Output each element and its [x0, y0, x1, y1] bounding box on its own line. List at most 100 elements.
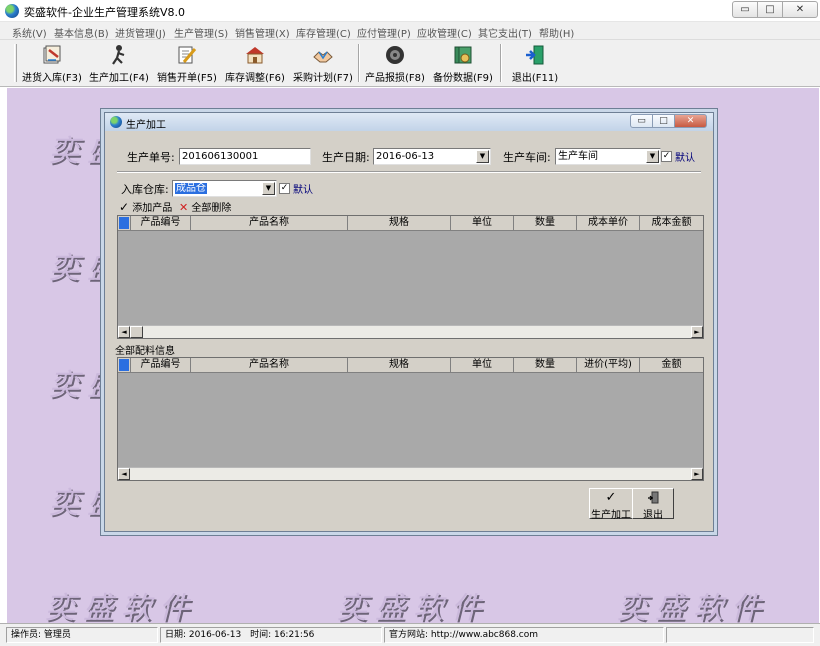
col-cost-amount[interactable]: 成本金额 [640, 216, 703, 230]
warehouse-default-label: 默认 [293, 185, 313, 196]
status-date: 日期: 2016-06-13 [165, 630, 242, 640]
selector-marker [119, 359, 129, 371]
toolbar-label: 备份数据(F9) [433, 73, 493, 84]
toolbar-label: 退出(F11) [511, 73, 559, 84]
produce-button-label: 生产加工 [591, 510, 631, 521]
products-grid[interactable]: 产品编号 产品名称 规格 单位 数量 成本单价 成本金额 ◄ ► [117, 215, 704, 339]
row-selector-header [118, 358, 131, 372]
add-product-button[interactable]: ✓ 添加产品 [119, 199, 173, 214]
add-product-label: 添加产品 [132, 203, 173, 214]
minimize-button[interactable]: ▭ [732, 1, 758, 18]
delete-all-label: 全部删除 [191, 203, 232, 214]
workshop-value: 生产车间 [558, 151, 598, 162]
scroll-left-icon[interactable]: ◄ [118, 468, 130, 480]
dialog-exit-button[interactable]: 退出 [632, 488, 674, 521]
dialog-title: 生产加工 [126, 120, 166, 131]
menu-basic-info[interactable]: 基本信息(B) [54, 25, 109, 40]
status-bar: 操作员: 管理员 日期: 2016-06-13 时间: 16:21:56 官方网… [0, 623, 820, 646]
dialog-close-button[interactable]: ✕ [674, 114, 707, 128]
product-loss-button[interactable]: 产品报损(F8) [364, 40, 426, 86]
toolbar: 进货入库(F3) 生产加工(F4) 销售开单(F5) 库存调整(F6) 采购计划… [0, 40, 820, 87]
warehouse-adjust-icon [246, 47, 264, 64]
production-dialog: 生产加工 ▭ □ ✕ 生产单号: 201606130001 生产日期: 2016… [104, 112, 714, 532]
col-spec[interactable]: 规格 [348, 216, 451, 230]
dropdown-arrow-icon[interactable]: ▼ [262, 182, 275, 195]
toolbar-label: 产品报损(F8) [365, 73, 425, 84]
exit-app-button[interactable]: 退出(F11) [506, 40, 564, 86]
stock-in-button[interactable]: 进货入库(F3) [22, 40, 82, 86]
col-avg-price[interactable]: 进价(平均) [577, 358, 640, 372]
sales-order-icon [178, 46, 197, 64]
col-amount[interactable]: 金额 [640, 358, 703, 372]
product-loss-icon [386, 46, 404, 64]
toolbar-grip [14, 44, 17, 82]
scroll-thumb[interactable] [130, 326, 143, 338]
purchase-plan-button[interactable]: 采购计划(F7) [292, 40, 354, 86]
horizontal-scrollbar[interactable]: ◄ ► [118, 325, 703, 338]
date-label: 生产日期: [322, 151, 370, 164]
workshop-default-label: 默认 [675, 153, 695, 164]
col-unit[interactable]: 单位 [451, 358, 514, 372]
col-quantity[interactable]: 数量 [514, 216, 577, 230]
workshop-select[interactable]: 生产车间 ▼ [555, 148, 661, 165]
status-extra [666, 627, 814, 643]
products-grid-header: 产品编号 产品名称 规格 单位 数量 成本单价 成本金额 [118, 216, 703, 231]
delete-all-button[interactable]: ✕ 全部删除 [179, 199, 232, 214]
materials-title: 全部配料信息 [115, 346, 175, 357]
exit-icon [526, 45, 544, 65]
col-product-code[interactable]: 产品编号 [131, 358, 191, 372]
menu-inventory[interactable]: 库存管理(C) [296, 25, 351, 40]
col-product-name[interactable]: 产品名称 [191, 358, 348, 372]
close-button[interactable]: ✕ [782, 1, 818, 18]
col-product-name[interactable]: 产品名称 [191, 216, 348, 230]
menu-receivable[interactable]: 应收管理(C) [417, 25, 472, 40]
main-titlebar: 奕盛软件-企业生产管理系统V8.0 ▭ □ ✕ [0, 0, 820, 22]
dialog-maximize-button[interactable]: □ [652, 114, 675, 128]
menu-other-expense[interactable]: 其它支出(T) [478, 25, 532, 40]
production-button[interactable]: 生产加工(F4) [88, 40, 150, 86]
scroll-left-icon[interactable]: ◄ [118, 326, 130, 338]
watermark-text: 奕盛软件 [617, 591, 769, 623]
status-website: 官方网站: http://www.abc868.com [384, 627, 664, 643]
dialog-minimize-button[interactable]: ▭ [630, 114, 653, 128]
menu-payable[interactable]: 应付管理(P) [357, 25, 411, 40]
col-unit[interactable]: 单位 [451, 216, 514, 230]
materials-grid[interactable]: 产品编号 产品名称 规格 单位 数量 进价(平均) 金额 ◄ ► [117, 357, 704, 481]
order-no-field[interactable]: 201606130001 [179, 148, 311, 165]
menu-sales[interactable]: 销售管理(X) [235, 25, 290, 40]
exit-button-label: 退出 [643, 510, 663, 521]
col-spec[interactable]: 规格 [348, 358, 451, 372]
watermark-text: 奕盛软件 [337, 591, 489, 623]
delete-x-icon: ✕ [179, 201, 189, 214]
backup-button[interactable]: 备份数据(F9) [432, 40, 494, 86]
window-title: 奕盛软件-企业生产管理系统V8.0 [24, 6, 185, 19]
col-product-code[interactable]: 产品编号 [131, 216, 191, 230]
menu-help[interactable]: 帮助(H) [539, 25, 574, 40]
dialog-titlebar: 生产加工 ▭ □ ✕ [105, 113, 713, 131]
col-quantity[interactable]: 数量 [514, 358, 577, 372]
dropdown-arrow-icon[interactable]: ▼ [476, 150, 489, 163]
toolbar-label: 生产加工(F4) [89, 73, 149, 84]
selector-marker [119, 217, 129, 229]
scroll-right-icon[interactable]: ► [691, 468, 703, 480]
toolbar-separator [358, 44, 359, 82]
workshop-default-checkbox[interactable]: ✓ [661, 151, 672, 162]
order-no-label: 生产单号: [127, 151, 175, 164]
toolbar-label: 库存调整(F6) [225, 73, 285, 84]
globe-icon [110, 116, 122, 128]
menu-system[interactable]: 系统(V) [12, 25, 47, 40]
scroll-right-icon[interactable]: ► [691, 326, 703, 338]
maximize-button[interactable]: □ [757, 1, 783, 18]
menu-purchase[interactable]: 进货管理(J) [115, 25, 166, 40]
col-unit-cost[interactable]: 成本单价 [577, 216, 640, 230]
sales-order-button[interactable]: 销售开单(F5) [156, 40, 218, 86]
date-picker[interactable]: 2016-06-13 ▼ [373, 148, 491, 165]
produce-button[interactable]: ✓ 生产加工 [589, 488, 633, 521]
horizontal-scrollbar[interactable]: ◄ ► [118, 467, 703, 480]
warehouse-adjust-button[interactable]: 库存调整(F6) [224, 40, 286, 86]
warehouse-select[interactable]: 成品仓 ▼ [172, 180, 277, 197]
check-icon: ✓ [605, 490, 617, 505]
warehouse-default-checkbox[interactable]: ✓ [279, 183, 290, 194]
menu-production[interactable]: 生产管理(S) [174, 25, 228, 40]
dropdown-arrow-icon[interactable]: ▼ [646, 150, 659, 163]
